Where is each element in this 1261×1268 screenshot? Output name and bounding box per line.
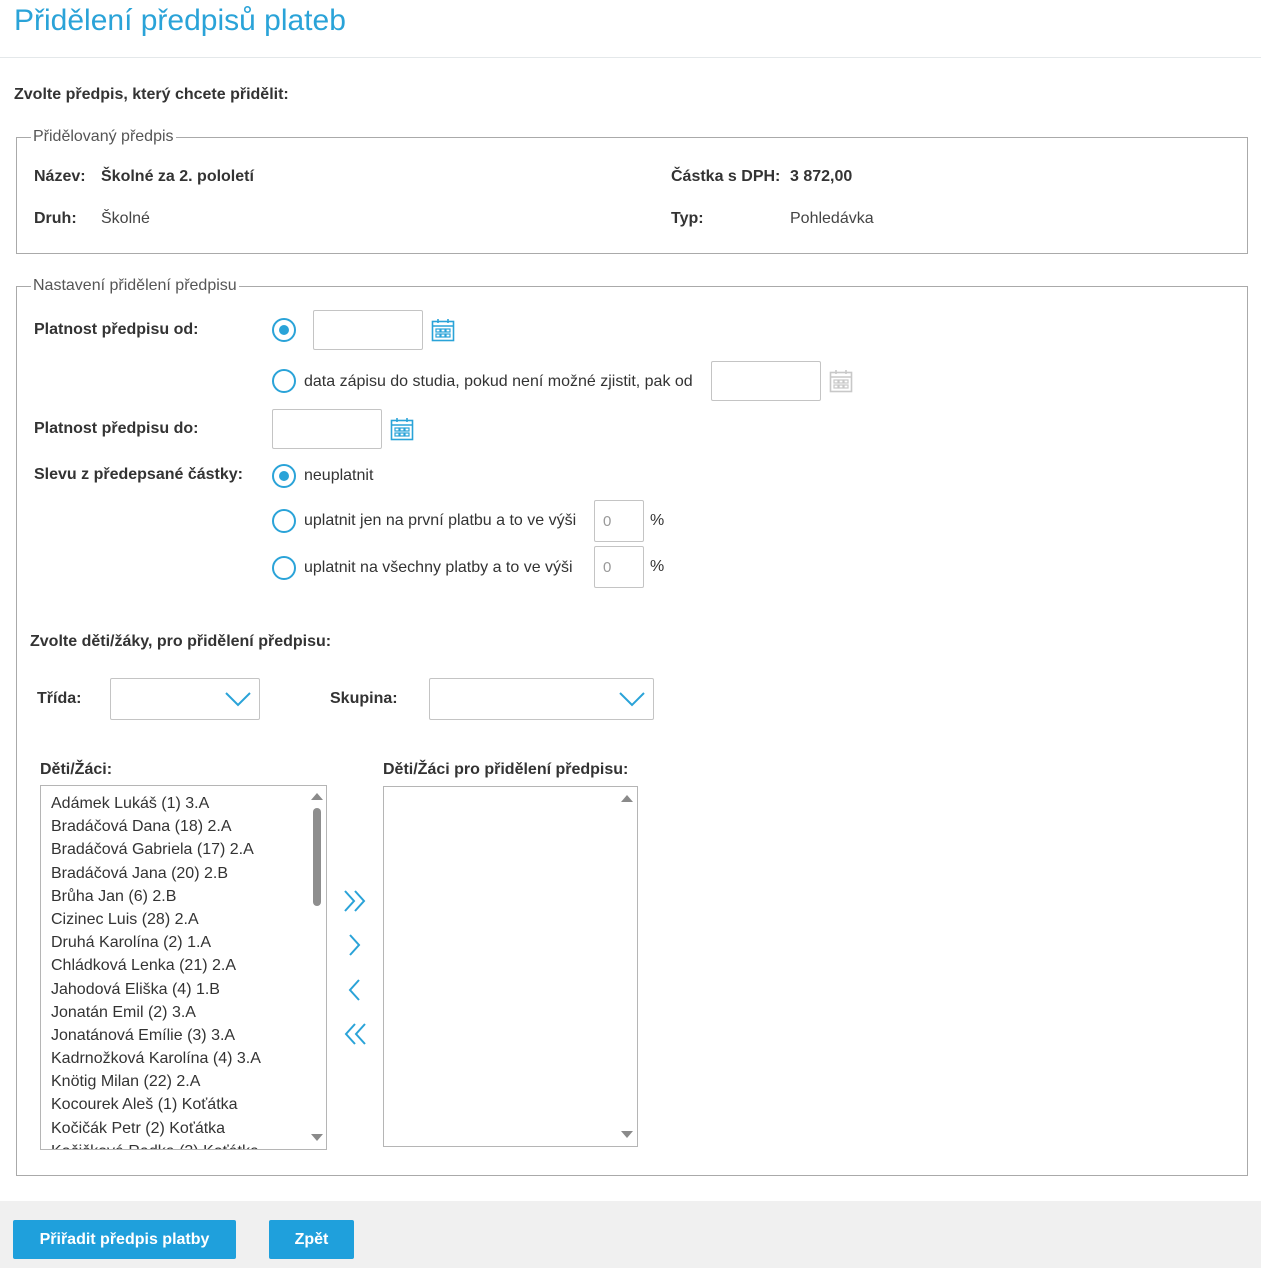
available-children-list[interactable]: Adámek Lukáš (1) 3.A Bradáčová Dana (18) … [40, 785, 327, 1150]
type-value: Pohledávka [790, 210, 874, 227]
discount-first-payment-input[interactable] [594, 500, 644, 542]
select-prescription-prompt: Zvolte předpis, který chcete přidělit: [14, 86, 289, 103]
discount-first-percent: % [650, 512, 665, 529]
name-label: Název: [34, 168, 86, 185]
move-all-left-icon[interactable] [342, 1021, 368, 1047]
move-left-icon[interactable] [344, 977, 366, 1003]
page-title: Přidělení předpisů plateb [14, 4, 346, 37]
assigned-prescription-legend: Přidělovaný předpis [33, 128, 174, 145]
available-children-label: Děti/Žáci: [40, 761, 113, 778]
list-item[interactable]: Cizinec Luis (28) 2.A [51, 908, 326, 931]
discount-first-payment-radio[interactable] [272, 509, 296, 533]
group-filter-select[interactable] [429, 678, 654, 720]
list-item[interactable]: Brůha Jan (6) 2.B [51, 885, 326, 908]
kind-value: Školné [101, 210, 150, 227]
list-item[interactable]: Bradáčová Dana (18) 2.A [51, 815, 326, 838]
discount-all-percent: % [650, 558, 665, 575]
discount-all-payments-label: uplatnit na všechny platby a to ve výši [304, 559, 573, 576]
calendar-icon[interactable] [390, 417, 414, 441]
selected-children-label: Děti/Žáci pro přidělení předpisu: [383, 761, 629, 778]
assigned-prescription-panel: Přidělovaný předpis [16, 128, 1248, 254]
calendar-icon[interactable] [829, 369, 853, 393]
title-divider [0, 57, 1261, 58]
amount-value: 3 872,00 [790, 168, 853, 185]
list-item[interactable]: Druhá Karolína (2) 1.A [51, 931, 326, 954]
list-item[interactable]: Kočičková Radka (3) Koťátka [51, 1140, 326, 1149]
valid-from-date-radio[interactable] [272, 318, 296, 342]
calendar-icon[interactable] [431, 318, 455, 342]
list-item[interactable]: Jonatánová Emílie (3) 3.A [51, 1024, 326, 1047]
enrollment-date-radio[interactable] [272, 369, 296, 393]
chevron-down-icon [619, 692, 645, 707]
move-right-icon[interactable] [344, 932, 366, 958]
class-filter-label: Třída: [37, 690, 82, 707]
children-prompt: Zvolte děti/žáky, pro přidělení předpisu… [30, 633, 332, 650]
valid-to-label: Platnost předpisu do: [34, 420, 199, 437]
chevron-down-icon [225, 692, 251, 707]
list-item[interactable]: Chládková Lenka (21) 2.A [51, 954, 326, 977]
selected-children-list[interactable] [383, 786, 638, 1147]
group-filter-label: Skupina: [330, 690, 398, 707]
discount-none-label: neuplatnit [304, 467, 374, 484]
list-item[interactable]: Kocourek Aleš (1) Koťátka [51, 1093, 326, 1116]
scrollbar-thumb[interactable] [313, 808, 321, 906]
discount-none-radio[interactable] [272, 464, 296, 488]
scroll-up-arrow[interactable] [621, 795, 633, 802]
scroll-down-arrow[interactable] [621, 1131, 633, 1138]
discount-label: Slevu z předepsané částky: [34, 466, 243, 483]
valid-from-label: Platnost předpisu od: [34, 321, 199, 338]
discount-all-payments-input[interactable] [594, 546, 644, 588]
scroll-down-arrow[interactable] [311, 1134, 323, 1141]
assign-prescription-button[interactable]: Přiřadit předpis platby [13, 1220, 236, 1259]
type-label: Typ: [671, 210, 704, 227]
scroll-up-arrow[interactable] [311, 793, 323, 800]
valid-from-date-input[interactable] [313, 310, 423, 350]
back-button[interactable]: Zpět [269, 1220, 354, 1259]
selected-children-items [384, 787, 637, 793]
list-item[interactable]: Jonatán Emil (2) 3.A [51, 1001, 326, 1024]
list-item[interactable]: Kadrnožková Karolína (4) 3.A [51, 1047, 326, 1070]
move-all-right-icon[interactable] [342, 888, 368, 914]
name-value: Školné za 2. pololetí [101, 168, 254, 185]
kind-label: Druh: [34, 210, 77, 227]
list-item[interactable]: Bradáčová Gabriela (17) 2.A [51, 838, 326, 861]
amount-label: Částka s DPH: [671, 168, 781, 185]
valid-to-date-input[interactable] [272, 409, 382, 449]
list-item[interactable]: Adámek Lukáš (1) 3.A [51, 792, 326, 815]
list-item[interactable]: Kočičák Petr (2) Koťátka [51, 1117, 326, 1140]
footer-bar: Přiřadit předpis platby Zpět [0, 1201, 1261, 1268]
enrollment-date-option-label: data zápisu do studia, pokud není možné … [304, 373, 693, 390]
class-filter-select[interactable] [110, 678, 260, 720]
assignment-settings-legend: Nastavení přidělení předpisu [33, 277, 237, 294]
available-children-items: Adámek Lukáš (1) 3.A Bradáčová Dana (18) … [41, 786, 326, 1149]
discount-first-payment-label: uplatnit jen na první platbu a to ve výš… [304, 512, 577, 529]
list-item[interactable]: Knötig Milan (22) 2.A [51, 1070, 326, 1093]
list-item[interactable]: Bradáčová Jana (20) 2.B [51, 862, 326, 885]
discount-all-payments-radio[interactable] [272, 556, 296, 580]
list-item[interactable]: Jahodová Eliška (4) 1.B [51, 978, 326, 1001]
enrollment-fallback-date-input[interactable] [711, 361, 821, 401]
